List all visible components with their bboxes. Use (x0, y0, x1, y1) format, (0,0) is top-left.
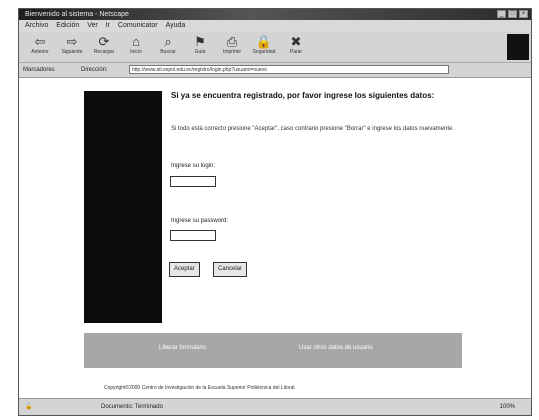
maximize-icon[interactable]: □ (508, 10, 517, 18)
copyright-text: Copyright©2000 Centro de Investigación d… (104, 385, 295, 391)
browser-window: Bienvenido al sistema - Netscape _ □ × A… (18, 8, 532, 416)
search-button[interactable]: ⌕ Buscar (155, 34, 181, 60)
footer-link[interactable]: Liberar formulario (159, 345, 206, 351)
guide-button[interactable]: ⚑ Guía (187, 34, 213, 60)
menu-item[interactable]: Ayuda (166, 22, 186, 29)
print-icon: ⎙ (226, 34, 238, 49)
password-input[interactable] (170, 230, 216, 241)
forward-button[interactable]: ⇨ Siguiente (59, 34, 85, 60)
login-input[interactable] (170, 176, 216, 187)
zoom-level: 100% (499, 404, 515, 410)
stop-icon: ✖ (290, 34, 302, 49)
menu-item[interactable]: Ver (87, 22, 98, 29)
security-button[interactable]: 🔒 Seguridad (251, 34, 277, 60)
status-text: Documento: Terminado (101, 404, 163, 410)
security-status-icon: 🔓 (25, 404, 33, 410)
window-controls: _ □ × (497, 10, 528, 18)
home-icon: ⌂ (132, 34, 140, 49)
minimize-icon[interactable]: _ (497, 10, 506, 18)
menu-item[interactable]: Edición (56, 22, 79, 29)
forward-icon: ⇨ (66, 34, 78, 49)
search-icon: ⌕ (164, 34, 172, 49)
accept-button[interactable]: Aceptar (169, 262, 200, 277)
reload-button[interactable]: ⟳ Recargar (91, 34, 117, 60)
back-icon: ⇦ (34, 34, 46, 49)
login-label: Ingrese su login: (171, 163, 216, 169)
password-label: Ingrese su password: (171, 218, 229, 224)
status-bar: 🔓 Documento: Terminado 100% (19, 398, 531, 415)
stop-button[interactable]: ✖ Parar (283, 34, 309, 60)
browser-logo (507, 34, 529, 60)
window-title: Bienvenido al sistema - Netscape (25, 11, 129, 18)
back-button[interactable]: ⇦ Anterior (27, 34, 53, 60)
url-input[interactable]: http://www.ati.espol.edu.ec/registro/log… (129, 65, 449, 74)
menu-item[interactable]: Comunicator (118, 22, 158, 29)
menu-item[interactable]: Archivo (25, 22, 48, 29)
page-content: Si ya se encuentra registrado, por favor… (19, 78, 531, 398)
close-icon[interactable]: × (519, 10, 528, 18)
menu-item[interactable]: Ir (106, 22, 110, 29)
menu-bar: Archivo Edición Ver Ir Comunicator Ayuda (19, 20, 531, 32)
cancel-button[interactable]: Cancelar (213, 262, 248, 277)
instructions-text: Si todo está correcto presione "Aceptar"… (171, 126, 455, 132)
bookmarks-button[interactable]: Marcadores (23, 63, 55, 77)
security-icon: 🔒 (255, 34, 273, 49)
footer-links-panel: Liberar formulario Usar otros datos de u… (84, 333, 462, 368)
home-button[interactable]: ⌂ Inicio (123, 34, 149, 60)
guide-icon: ⚑ (194, 34, 206, 49)
page-heading: Si ya se encuentra registrado, por favor… (171, 91, 435, 100)
reload-icon: ⟳ (98, 34, 110, 49)
title-bar: Bienvenido al sistema - Netscape _ □ × (19, 9, 531, 20)
location-bar: Marcadores Dirección: http://www.ati.esp… (19, 63, 531, 78)
location-label: Dirección: (81, 67, 108, 73)
footer-link[interactable]: Usar otros datos de usuario (299, 345, 373, 351)
side-banner (84, 91, 162, 323)
toolbar: ⇦ Anterior ⇨ Siguiente ⟳ Recargar ⌂ Inicio ⌕… (19, 32, 531, 63)
print-button[interactable]: ⎙ Imprimir (219, 34, 245, 60)
